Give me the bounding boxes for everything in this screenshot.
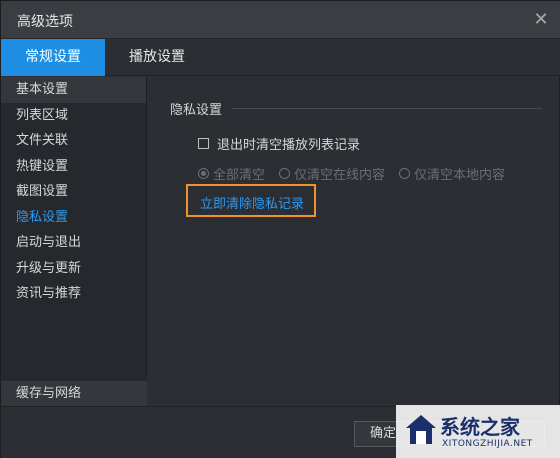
- sidebar-item-startup-exit[interactable]: 启动与退出: [1, 230, 146, 256]
- radio-label: 仅清空在线内容: [294, 168, 386, 183]
- watermark-brand: 系统之家: [440, 415, 520, 439]
- checkbox-box[interactable]: [198, 138, 209, 149]
- settings-sidebar: 基本设置 列表区域 文件关联 热键设置 截图设置 隐私设置 启动与退出 升级与更…: [1, 77, 147, 406]
- sidebar-item-basic[interactable]: 基本设置: [1, 77, 146, 103]
- sidebar-item-hotkeys[interactable]: 热键设置: [1, 154, 146, 180]
- sidebar-item-cache-network[interactable]: 缓存与网络: [1, 381, 147, 406]
- radio-unselected-icon: [279, 168, 291, 179]
- radio-unselected-icon: [399, 168, 411, 179]
- title-bar: 高级选项 ✕: [1, 1, 560, 39]
- radio-clear-all[interactable]: 全部清空: [198, 164, 265, 183]
- sidebar-item-screenshot[interactable]: 截图设置: [1, 179, 146, 205]
- watermark: 系统之家 XITONGZHIJIA.NET: [396, 405, 560, 458]
- advanced-options-dialog: 高级选项 ✕ 常规设置 播放设置 基本设置 列表区域 文件关联 热键设置 截图设…: [0, 0, 560, 458]
- clear-on-exit-checkbox[interactable]: 退出时清空播放列表记录: [198, 134, 360, 153]
- radio-label: 仅清空本地内容: [414, 168, 506, 183]
- section-divider: [232, 108, 542, 109]
- checkbox-label: 退出时清空播放列表记录: [217, 138, 361, 153]
- tab-playback-settings[interactable]: 播放设置: [113, 39, 201, 76]
- close-icon[interactable]: ✕: [531, 10, 551, 30]
- clear-privacy-now-link[interactable]: 立即清除隐私记录: [200, 193, 304, 212]
- privacy-settings-panel: 隐私设置 退出时清空播放列表记录 全部清空 仅清空在线内容 仅清空本地内容 立即…: [148, 77, 560, 406]
- section-title: 隐私设置: [170, 103, 223, 118]
- radio-clear-online[interactable]: 仅清空在线内容: [279, 164, 385, 183]
- sidebar-item-file-association[interactable]: 文件关联: [1, 128, 146, 154]
- house-logo-icon: [406, 415, 436, 444]
- tab-bar: 常规设置 播放设置: [1, 39, 560, 76]
- radio-clear-local[interactable]: 仅清空本地内容: [399, 164, 505, 183]
- clear-scope-radio-group: 全部清空 仅清空在线内容 仅清空本地内容: [198, 164, 519, 183]
- watermark-url: XITONGZHIJIA.NET: [442, 439, 533, 449]
- highlight-box: 立即清除隐私记录: [186, 184, 316, 217]
- tab-general-settings[interactable]: 常规设置: [1, 39, 105, 76]
- sidebar-item-privacy[interactable]: 隐私设置: [1, 205, 146, 231]
- sidebar-item-list-area[interactable]: 列表区域: [1, 103, 146, 129]
- sidebar-item-upgrade[interactable]: 升级与更新: [1, 256, 146, 282]
- sidebar-item-news[interactable]: 资讯与推荐: [1, 281, 146, 307]
- radio-label: 全部清空: [213, 168, 266, 183]
- dialog-title: 高级选项: [17, 14, 73, 30]
- radio-selected-icon: [198, 168, 209, 179]
